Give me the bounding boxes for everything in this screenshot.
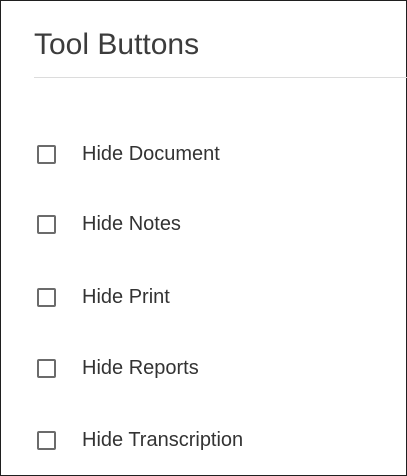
hide-document-checkbox[interactable] [37, 144, 56, 164]
hide-notes-checkbox[interactable] [37, 214, 56, 234]
option-hide-transcription[interactable]: Hide Transcription [37, 428, 243, 452]
hide-transcription-label[interactable]: Hide Transcription [82, 429, 243, 452]
tool-buttons-panel: Tool Buttons Hide Document Hide Notes Hi… [0, 0, 407, 476]
option-hide-document[interactable]: Hide Document [37, 142, 220, 166]
tool-button-options: Hide Document Hide Notes Hide Print Hide… [1, 1, 406, 475]
option-hide-print[interactable]: Hide Print [37, 285, 170, 309]
hide-transcription-checkbox[interactable] [37, 430, 56, 450]
hide-document-label[interactable]: Hide Document [82, 143, 220, 166]
hide-print-label[interactable]: Hide Print [82, 286, 170, 309]
hide-print-checkbox[interactable] [37, 287, 56, 307]
option-hide-reports[interactable]: Hide Reports [37, 356, 199, 380]
hide-reports-checkbox[interactable] [37, 358, 56, 378]
option-hide-notes[interactable]: Hide Notes [37, 212, 181, 236]
hide-reports-label[interactable]: Hide Reports [82, 357, 199, 380]
hide-notes-label[interactable]: Hide Notes [82, 213, 181, 236]
